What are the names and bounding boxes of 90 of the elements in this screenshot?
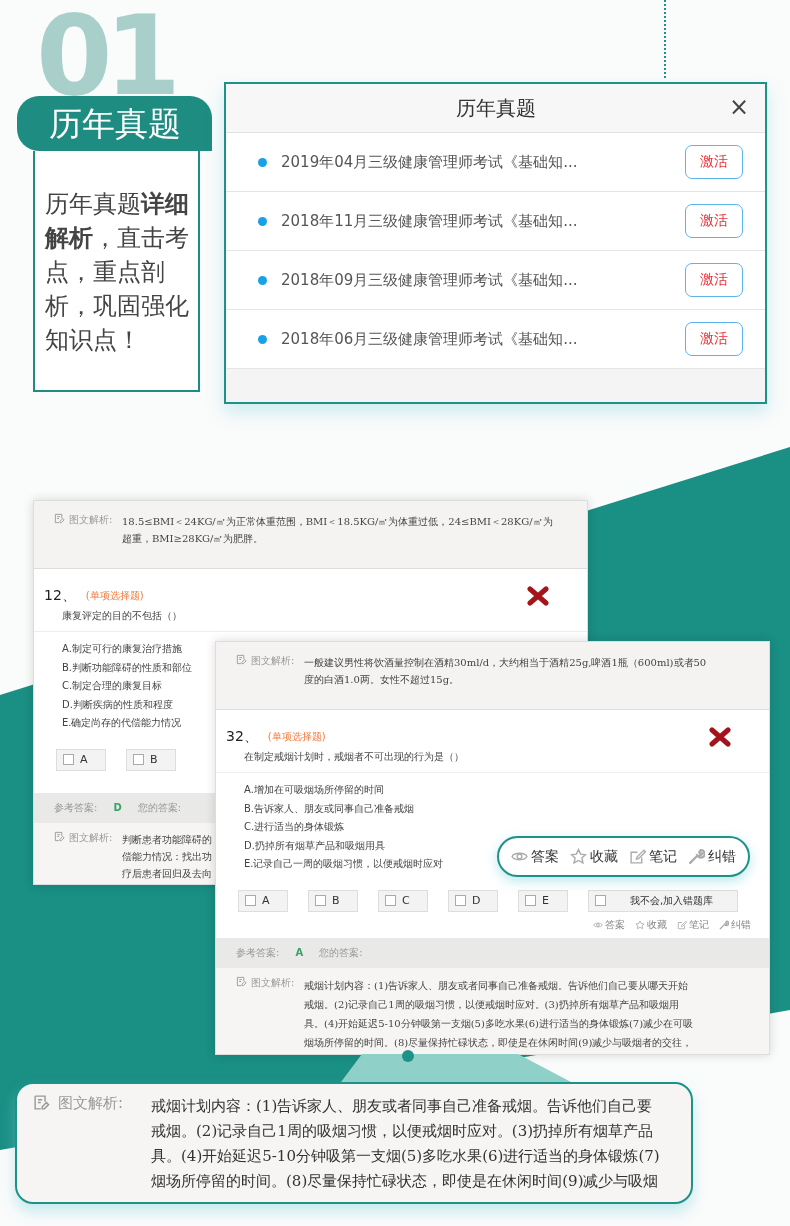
activate-button[interactable]: 激活	[685, 145, 743, 179]
answer-option: C.制定合理的康复目标	[62, 677, 163, 696]
bullet-icon	[258, 216, 267, 226]
answer-option: E.记录自己一周的吸烟习惯，以便戒烟时应对	[244, 855, 444, 874]
explanation-text: 偿能力情况：找出功	[122, 849, 212, 864]
explanation-text: 具。(4)开始延迟5-10分钟吸第一支烟(5)多吃水果(6)进行适当的身体锻炼(7)	[151, 1146, 660, 1167]
bullet-icon	[258, 334, 267, 344]
choice-checkbox[interactable]: B	[308, 889, 358, 912]
your-answer-label: 您的答案:	[137, 800, 182, 815]
action-link[interactable]: 答案	[510, 847, 559, 866]
edit-icon	[629, 848, 647, 865]
bullet-icon	[258, 275, 267, 285]
activate-button[interactable]: 激活	[685, 322, 743, 356]
close-button[interactable]: ×	[724, 94, 753, 120]
exam-title: 2018年09月三级健康管理师考试《基础知...	[281, 270, 579, 290]
explanation-text: 戒烟计划内容：(1)告诉家人、朋友或者同事自己准备戒烟。告诉他们自己要从哪天开始	[304, 978, 690, 993]
description-text: 历年真题详细解析，直击考点，重点剖析，巩固强化知识点！	[45, 189, 190, 356]
wrench-icon	[688, 848, 706, 865]
activate-button[interactable]: 激活	[685, 263, 743, 297]
action-link[interactable]: 收藏	[635, 917, 667, 932]
note-icon	[54, 513, 65, 524]
choice-checkbox[interactable]: E	[518, 889, 568, 912]
explanation-text: 疗后患者回归及去向	[122, 866, 212, 881]
explanation-text: 一般建议男性将饮酒量控制在酒精30ml/d，大约相当于酒精25g,啤酒1瓶（600ml)或者50	[304, 656, 707, 670]
wrong-mark-icon	[709, 727, 731, 747]
note-icon	[236, 975, 247, 987]
exam-list-item[interactable]: 2019年04月三级健康管理师考试《基础知... 激活	[226, 133, 765, 192]
choice-checkbox[interactable]: C	[378, 889, 428, 912]
exam-list-item[interactable]: 2018年09月三级健康管理师考试《基础知... 激活	[226, 251, 765, 310]
question-number: 32、	[226, 728, 258, 746]
star-icon	[569, 848, 587, 865]
choice-checkbox[interactable]: A	[56, 748, 106, 771]
explanation-text: 度的白酒1.0两。女性不超过15g。	[304, 673, 461, 687]
explanation-text: 超重，BMI≥28KG/㎡为肥胖。	[122, 532, 265, 546]
answer-option: D.判断疾病的性质和程度	[62, 695, 173, 714]
explanation-text: 烟场所停留的时间。(8)尽量保持忙碌状态，即使是在休闲时间(9)减少与吸烟	[151, 1171, 660, 1192]
answer-option: B.告诉家人、朋友或同事自己准备戒烟	[244, 799, 415, 818]
question-number: 12、	[44, 587, 76, 605]
note-icon	[236, 654, 247, 665]
action-link[interactable]: 答案	[593, 917, 625, 932]
exam-title: 2019年04月三级健康管理师考试《基础知...	[281, 152, 579, 172]
question-type: (单项选择题)	[85, 589, 144, 603]
reference-label: 参考答案:	[236, 945, 280, 960]
answer-option: C.进行适当的身体锻炼	[244, 818, 345, 837]
action-link[interactable]: 纠错	[719, 917, 751, 932]
star-icon	[635, 919, 645, 930]
edit-icon	[677, 919, 687, 930]
explanation-text: 戒烟。(2)记录自己1周的吸烟习惯，以便戒烟时应对。(3)扔掉所有烟草产品	[151, 1121, 655, 1142]
answer-option: D.扔掉所有烟草产品和吸烟用具	[244, 836, 385, 855]
answer-option: A.增加在可吸烟场所停留的时间	[244, 781, 384, 800]
explanation-text: 判断患者功能障碍的	[122, 832, 212, 847]
explanation-text: 戒烟计划内容：(1)告诉家人、朋友或者同事自己准备戒烟。告诉他们自己要	[151, 1096, 654, 1117]
wrench-icon	[719, 919, 729, 930]
explanation-label: 图文解析:	[69, 830, 113, 845]
exam-list-item[interactable]: 2018年11月三级健康管理师考试《基础知... 激活	[226, 192, 765, 251]
action-link[interactable]: 笔记	[677, 917, 709, 932]
exam-title: 2018年06月三级健康管理师考试《基础知...	[281, 329, 579, 349]
explanation-label: 图文解析:	[58, 1094, 124, 1113]
explanation-text: 烟场所停留的时间。(8)尽量保持忙碌状态，即使是在休闲时间(9)减少与吸烟者的交往，	[304, 1035, 694, 1050]
your-answer-label: 您的答案:	[319, 945, 363, 960]
question-text: 康复评定的目的不包括（）	[34, 607, 587, 632]
choice-checkbox[interactable]: A	[238, 889, 288, 912]
explanation-label: 图文解析:	[251, 654, 295, 668]
explanation-label: 图文解析:	[69, 513, 113, 527]
dialog-title: 历年真题	[455, 94, 536, 122]
choice-checkbox[interactable]: B	[126, 748, 176, 771]
exam-title: 2018年11月三级健康管理师考试《基础知...	[281, 211, 579, 231]
choice-checkbox[interactable]: D	[448, 889, 498, 912]
bullet-icon	[258, 157, 267, 167]
explanation-text: 18.5≤BMI＜24KG/㎡为正常体重范围，BMI＜18.5KG/㎡为体重过低，24≤BMI＜28KG/㎡为	[122, 515, 553, 529]
reference-label: 参考答案:	[54, 800, 98, 815]
note-icon	[54, 830, 65, 842]
answer-option: E.确定尚存的代偿能力情况	[62, 714, 182, 733]
answer-option: A.制定可行的康复治疗措施	[62, 640, 182, 659]
question-type: (单项选择题)	[267, 730, 326, 744]
explanation-label: 图文解析:	[251, 975, 295, 990]
reference-answer: A	[295, 947, 304, 958]
exam-list-item[interactable]: 2018年06月三级健康管理师考试《基础知... 激活	[226, 310, 765, 369]
action-link[interactable]: 收藏	[569, 847, 618, 866]
note-icon	[33, 1094, 50, 1111]
reference-answer: D	[113, 802, 122, 813]
activate-button[interactable]: 激活	[685, 204, 743, 238]
question-text: 在制定戒烟计划时，戒烟者不可出现的行为是（）	[216, 748, 769, 773]
answer-option: B.判断功能障碍的性质和部位	[62, 658, 193, 677]
explanation-text: 具。(4)开始延迟5-10分钟吸第一支烟(5)多吃水果(6)进行适当的身体锻炼(7)减少在可吸	[304, 1016, 694, 1031]
explanation-text: 戒烟。(2)记录自己1周的吸烟习惯，以便戒烟时应对。(3)扔掉所有烟草产品和吸烟用	[304, 997, 680, 1012]
action-link[interactable]: 笔记	[629, 847, 678, 866]
wrong-mark-icon	[527, 586, 549, 606]
action-link[interactable]: 纠错	[688, 847, 737, 866]
wrong-book-checkbox[interactable]: 我不会,加入错题库	[588, 889, 738, 912]
